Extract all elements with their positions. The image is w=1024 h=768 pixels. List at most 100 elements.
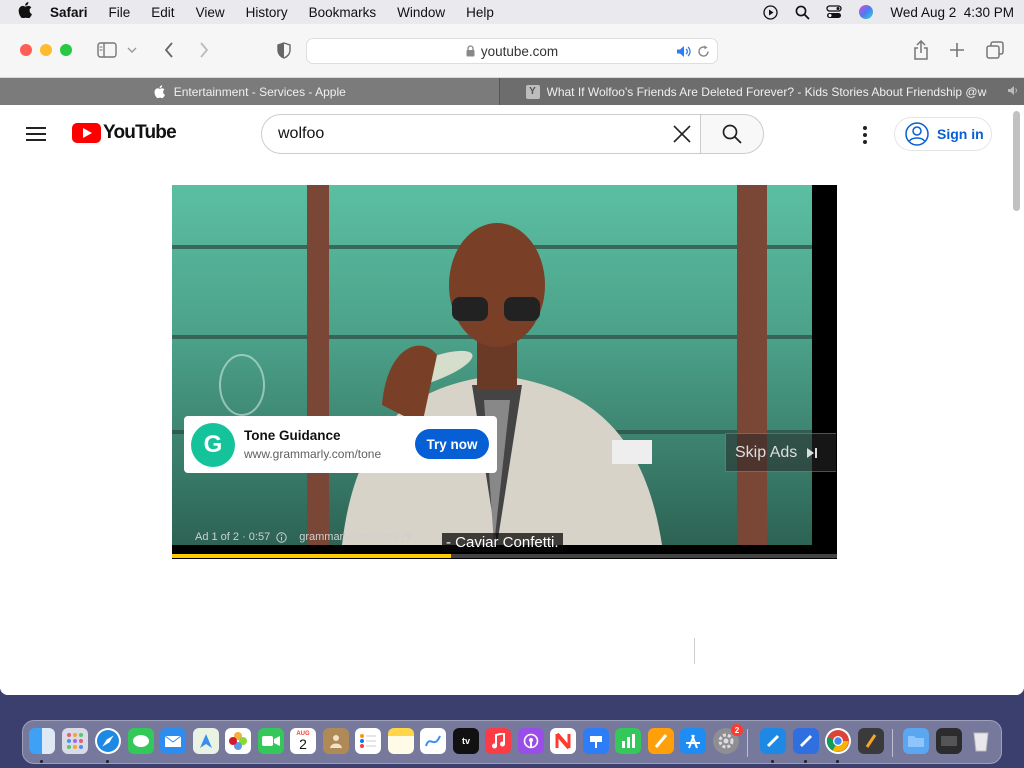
ad-overlay-card[interactable]: G Tone Guidance www.grammarly.com/tone T… — [184, 416, 497, 473]
info-circle-icon[interactable] — [276, 531, 287, 543]
apple-tv-icon[interactable]: tv — [453, 728, 479, 754]
xcode-icon[interactable] — [760, 728, 786, 754]
clear-search-icon[interactable] — [670, 122, 694, 146]
clock-text[interactable]: Wed Aug 2 4:30 PM — [890, 5, 1014, 20]
skip-ads-label: Skip Ads — [735, 443, 798, 461]
spotlight-search-icon[interactable] — [794, 4, 810, 20]
ad-link[interactable]: grammarly.com/tone — [299, 531, 398, 543]
divider — [694, 638, 695, 664]
apple-menu-icon[interactable] — [0, 1, 50, 23]
podcasts-icon[interactable] — [518, 728, 544, 754]
tab-bar: Entertainment - Services - Apple Y What … — [0, 78, 1024, 105]
ad-url[interactable]: www.grammarly.com/tone — [244, 447, 381, 461]
tab-overview-icon[interactable] — [984, 39, 1006, 61]
chrome-icon[interactable] — [825, 728, 851, 754]
lock-icon — [466, 45, 475, 57]
menu-window[interactable]: Window — [397, 5, 445, 20]
keynote-icon[interactable] — [583, 728, 609, 754]
video-frame — [172, 185, 812, 545]
menu-bookmarks[interactable]: Bookmarks — [309, 5, 377, 20]
account-avatar-icon — [905, 122, 929, 146]
trash-icon[interactable] — [968, 728, 994, 754]
tab-title: Entertainment - Services - Apple — [173, 84, 346, 99]
ad-counter: Ad 1 of 2 · 0:57 — [195, 531, 271, 543]
sidebar-toggle-icon[interactable] — [96, 39, 118, 61]
try-now-button[interactable]: Try now — [415, 429, 489, 459]
reload-icon[interactable] — [697, 45, 710, 58]
grammarly-logo-icon: G — [191, 422, 235, 467]
play-status-icon[interactable] — [762, 4, 778, 20]
numbers-icon[interactable] — [615, 728, 641, 754]
scrollbar-thumb[interactable] — [1013, 111, 1020, 211]
freeform-icon[interactable] — [420, 728, 446, 754]
skip-ads-button[interactable]: Skip Ads — [725, 433, 836, 472]
youtube-logo[interactable]: YouTube — [72, 122, 177, 144]
search-input[interactable]: wolfoo — [261, 114, 701, 154]
forward-arrow-icon[interactable] — [193, 39, 215, 61]
ad-progress-fill — [172, 554, 452, 558]
apple-icon — [153, 85, 167, 99]
mail-icon[interactable] — [160, 728, 186, 754]
downloads-folder-icon[interactable] — [903, 728, 929, 754]
privacy-shield-icon[interactable] — [273, 39, 295, 61]
menu-view[interactable]: View — [196, 5, 225, 20]
video-player[interactable]: G Tone Guidance www.grammarly.com/tone T… — [172, 185, 837, 559]
youtube-wordmark: YouTube — [103, 122, 177, 143]
menu-file[interactable]: File — [109, 5, 131, 20]
messages-icon[interactable] — [128, 728, 154, 754]
sign-in-label: Sign in — [937, 126, 984, 142]
tab-wolfoo-video[interactable]: Y What If Wolfoo's Friends Are Deleted F… — [498, 78, 1024, 105]
video-caption: - Caviar Confetti. — [442, 533, 563, 552]
system-settings-icon[interactable]: 2 — [713, 724, 743, 754]
speaker-icon[interactable] — [676, 45, 691, 58]
news-icon[interactable] — [550, 728, 576, 754]
menu-bar: Safari File Edit View History Bookmarks … — [0, 0, 1024, 24]
screenshot-folder-icon[interactable] — [936, 728, 962, 754]
launchpad-icon[interactable] — [62, 728, 88, 754]
tab-audio-icon[interactable] — [1007, 85, 1019, 96]
finder-icon[interactable] — [29, 728, 55, 754]
dock: AUG 2 tv 2 — [22, 720, 1002, 764]
ad-progress-bar[interactable] — [172, 554, 837, 558]
safari-window: youtube.com Entertainment - Services - A… — [0, 24, 1024, 695]
settings-badge: 2 — [731, 724, 743, 736]
instruments-icon[interactable] — [858, 728, 884, 754]
control-center-icon[interactable] — [826, 4, 843, 20]
minimize-window-button[interactable] — [40, 44, 52, 56]
external-link-icon — [401, 532, 411, 542]
calendar-day: 2 — [299, 736, 307, 752]
music-icon[interactable] — [485, 728, 511, 754]
siri-icon[interactable] — [858, 4, 874, 20]
browser-toolbar: youtube.com — [0, 24, 1024, 78]
tab-title: What If Wolfoo's Friends Are Deleted For… — [546, 84, 987, 99]
dev-tool-icon[interactable] — [793, 728, 819, 754]
more-options-icon[interactable] — [862, 126, 868, 144]
scientist-illustration — [219, 223, 662, 545]
hamburger-menu-icon[interactable] — [26, 127, 46, 141]
back-arrow-icon[interactable] — [158, 39, 180, 61]
reminders-icon[interactable] — [355, 728, 381, 754]
notes-icon[interactable] — [388, 728, 414, 754]
close-window-button[interactable] — [20, 44, 32, 56]
app-store-icon[interactable] — [680, 728, 706, 754]
menu-app-name[interactable]: Safari — [50, 5, 88, 20]
new-tab-plus-icon[interactable] — [946, 39, 968, 61]
facetime-icon[interactable] — [258, 728, 284, 754]
safari-app-icon[interactable] — [95, 728, 121, 754]
sign-in-button[interactable]: Sign in — [894, 117, 992, 151]
menu-history[interactable]: History — [246, 5, 288, 20]
chevron-down-icon[interactable] — [125, 39, 139, 61]
menu-help[interactable]: Help — [466, 5, 494, 20]
maps-icon[interactable] — [193, 728, 219, 754]
share-icon[interactable] — [910, 39, 932, 61]
tab-apple-entertainment[interactable]: Entertainment - Services - Apple — [0, 78, 499, 105]
menu-edit[interactable]: Edit — [151, 5, 174, 20]
address-bar[interactable]: youtube.com — [306, 38, 718, 64]
photos-icon[interactable] — [225, 728, 251, 754]
zoom-window-button[interactable] — [60, 44, 72, 56]
search-button[interactable] — [700, 114, 764, 154]
contacts-icon[interactable] — [323, 728, 349, 754]
pages-icon[interactable] — [648, 728, 674, 754]
calendar-icon[interactable]: AUG 2 — [290, 728, 316, 754]
page-scrollbar[interactable] — [1011, 105, 1022, 695]
